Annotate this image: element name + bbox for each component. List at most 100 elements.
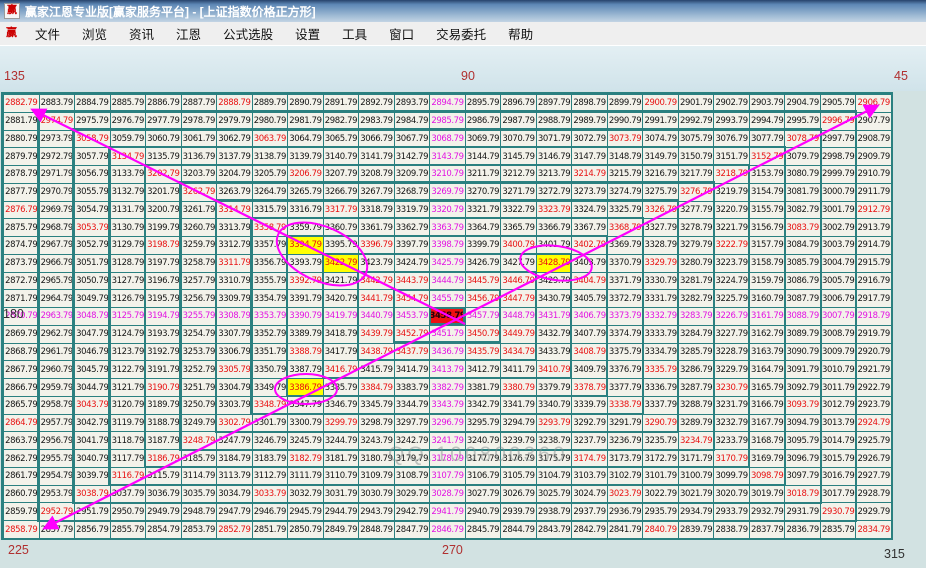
grid-cell[interactable]: 3195.79: [146, 290, 181, 307]
grid-cell[interactable]: 3175.79: [537, 450, 572, 467]
grid-cell[interactable]: 3259.79: [182, 237, 217, 254]
grid-cell[interactable]: 3180.79: [359, 450, 394, 467]
grid-cell[interactable]: 3344.79: [395, 397, 430, 414]
grid-cell[interactable]: 2915.79: [856, 255, 891, 272]
grid-cell[interactable]: 3279.79: [679, 237, 714, 254]
grid-cell[interactable]: 2954.79: [40, 468, 75, 485]
grid-cell[interactable]: 3267.79: [359, 184, 394, 201]
grid-cell[interactable]: 3178.79: [430, 450, 465, 467]
grid-cell[interactable]: 3102.79: [608, 468, 643, 485]
grid-cell[interactable]: 2890.79: [288, 95, 323, 112]
grid-cell[interactable]: 3110.79: [324, 468, 359, 485]
grid-cell[interactable]: 3319.79: [395, 202, 430, 219]
grid-cell[interactable]: 3105.79: [501, 468, 536, 485]
grid-cell[interactable]: 3244.79: [324, 432, 359, 449]
grid-cell[interactable]: 2960.79: [40, 361, 75, 378]
grid-cell[interactable]: 3172.79: [643, 450, 678, 467]
grid-cell[interactable]: 2922.79: [856, 379, 891, 396]
grid-cell[interactable]: 3027.79: [466, 486, 501, 503]
grid-cell[interactable]: 3265.79: [288, 184, 323, 201]
grid-cell[interactable]: 3271.79: [501, 184, 536, 201]
grid-cell[interactable]: 2837.79: [750, 521, 785, 538]
grid-cell[interactable]: 3159.79: [750, 273, 785, 290]
grid-cell[interactable]: 3089.79: [785, 326, 820, 343]
grid-cell[interactable]: 3100.79: [679, 468, 714, 485]
grid-cell[interactable]: 3034.79: [217, 486, 252, 503]
grid-cell[interactable]: 3340.79: [537, 397, 572, 414]
grid-cell[interactable]: 3009.79: [821, 344, 856, 361]
grid-cell[interactable]: 3233.79: [714, 432, 749, 449]
grid-cell[interactable]: 3088.79: [785, 308, 820, 325]
grid-cell[interactable]: 2861.79: [4, 468, 39, 485]
grid-cell[interactable]: 3124.79: [111, 326, 146, 343]
grid-cell[interactable]: 3397.79: [395, 237, 430, 254]
grid-cell[interactable]: 2891.79: [324, 95, 359, 112]
grid-cell[interactable]: 3131.79: [111, 202, 146, 219]
grid-cell[interactable]: 2957.79: [40, 415, 75, 432]
grid-cell[interactable]: 3025.79: [537, 486, 572, 503]
grid-cell[interactable]: 3430.79: [537, 290, 572, 307]
grid-cell[interactable]: 3276.79: [679, 184, 714, 201]
grid-cell[interactable]: 2872.79: [4, 273, 39, 290]
grid-cell[interactable]: 3116.79: [111, 468, 146, 485]
grid-cell[interactable]: 3053.79: [75, 219, 110, 236]
grid-cell[interactable]: 3075.79: [679, 131, 714, 148]
grid-cell[interactable]: 3062.79: [217, 131, 252, 148]
grid-cell[interactable]: 3029.79: [395, 486, 430, 503]
grid-cell[interactable]: 3287.79: [679, 379, 714, 396]
grid-cell[interactable]: 3390.79: [288, 308, 323, 325]
grid-cell[interactable]: 2858.79: [4, 521, 39, 538]
grid-cell[interactable]: 3135.79: [146, 148, 181, 165]
grid-cell[interactable]: 3306.79: [217, 344, 252, 361]
grid-cell[interactable]: 3107.79: [430, 468, 465, 485]
menu-item-browse[interactable]: 浏览: [71, 21, 118, 46]
grid-cell[interactable]: 3202.79: [146, 166, 181, 183]
grid-cell[interactable]: 3436.79: [430, 344, 465, 361]
grid-cell[interactable]: 3314.79: [217, 202, 252, 219]
grid-cell[interactable]: 3167.79: [750, 415, 785, 432]
grid-cell[interactable]: 2863.79: [4, 432, 39, 449]
grid-cell[interactable]: 3345.79: [359, 397, 394, 414]
grid-cell[interactable]: 3186.79: [146, 450, 181, 467]
grid-cell[interactable]: 3185.79: [182, 450, 217, 467]
grid-cell[interactable]: 3111.79: [288, 468, 323, 485]
grid-cell[interactable]: 2972.79: [40, 148, 75, 165]
grid-cell[interactable]: 3334.79: [643, 344, 678, 361]
grid-cell[interactable]: 3015.79: [821, 450, 856, 467]
grid-cell[interactable]: 3370.79: [608, 255, 643, 272]
grid-cell[interactable]: 3051.79: [75, 255, 110, 272]
grid-cell[interactable]: 2987.79: [501, 113, 536, 130]
grid-cell[interactable]: 3040.79: [75, 450, 110, 467]
grid-cell[interactable]: 3170.79: [714, 450, 749, 467]
grid-cell[interactable]: 2880.79: [4, 131, 39, 148]
grid-cell[interactable]: 3346.79: [324, 397, 359, 414]
grid-cell[interactable]: 3189.79: [146, 397, 181, 414]
grid-cell[interactable]: 3067.79: [395, 131, 430, 148]
grid-cell[interactable]: 2919.79: [856, 326, 891, 343]
grid-cell[interactable]: 3205.79: [253, 166, 288, 183]
grid-cell[interactable]: 3014.79: [821, 432, 856, 449]
grid-cell[interactable]: 3142.79: [395, 148, 430, 165]
grid-cell[interactable]: 2906.79: [856, 95, 891, 112]
grid-cell[interactable]: 2949.79: [146, 503, 181, 520]
grid-cell[interactable]: 2848.79: [359, 521, 394, 538]
grid-cell[interactable]: 3438.79: [359, 344, 394, 361]
grid-cell[interactable]: 3229.79: [714, 361, 749, 378]
grid-cell[interactable]: 3123.79: [111, 344, 146, 361]
grid-cell[interactable]: 3417.79: [324, 344, 359, 361]
grid-cell[interactable]: 3354.79: [253, 290, 288, 307]
menu-item-news[interactable]: 资讯: [118, 21, 165, 46]
grid-cell[interactable]: 3455.79: [430, 290, 465, 307]
grid-cell[interactable]: 3109.79: [359, 468, 394, 485]
grid-cell[interactable]: 3241.79: [430, 432, 465, 449]
grid-cell[interactable]: 3253.79: [182, 344, 217, 361]
menu-item-gann[interactable]: 江恩: [165, 21, 212, 46]
grid-cell[interactable]: 3200.79: [146, 202, 181, 219]
grid-cell[interactable]: 3357.79: [253, 237, 288, 254]
grid-cell[interactable]: 2986.79: [466, 113, 501, 130]
grid-cell[interactable]: 2947.79: [217, 503, 252, 520]
grid-cell[interactable]: 3434.79: [501, 344, 536, 361]
grid-cell[interactable]: 3130.79: [111, 219, 146, 236]
grid-cell[interactable]: 2995.79: [785, 113, 820, 130]
grid-cell[interactable]: 2849.79: [324, 521, 359, 538]
